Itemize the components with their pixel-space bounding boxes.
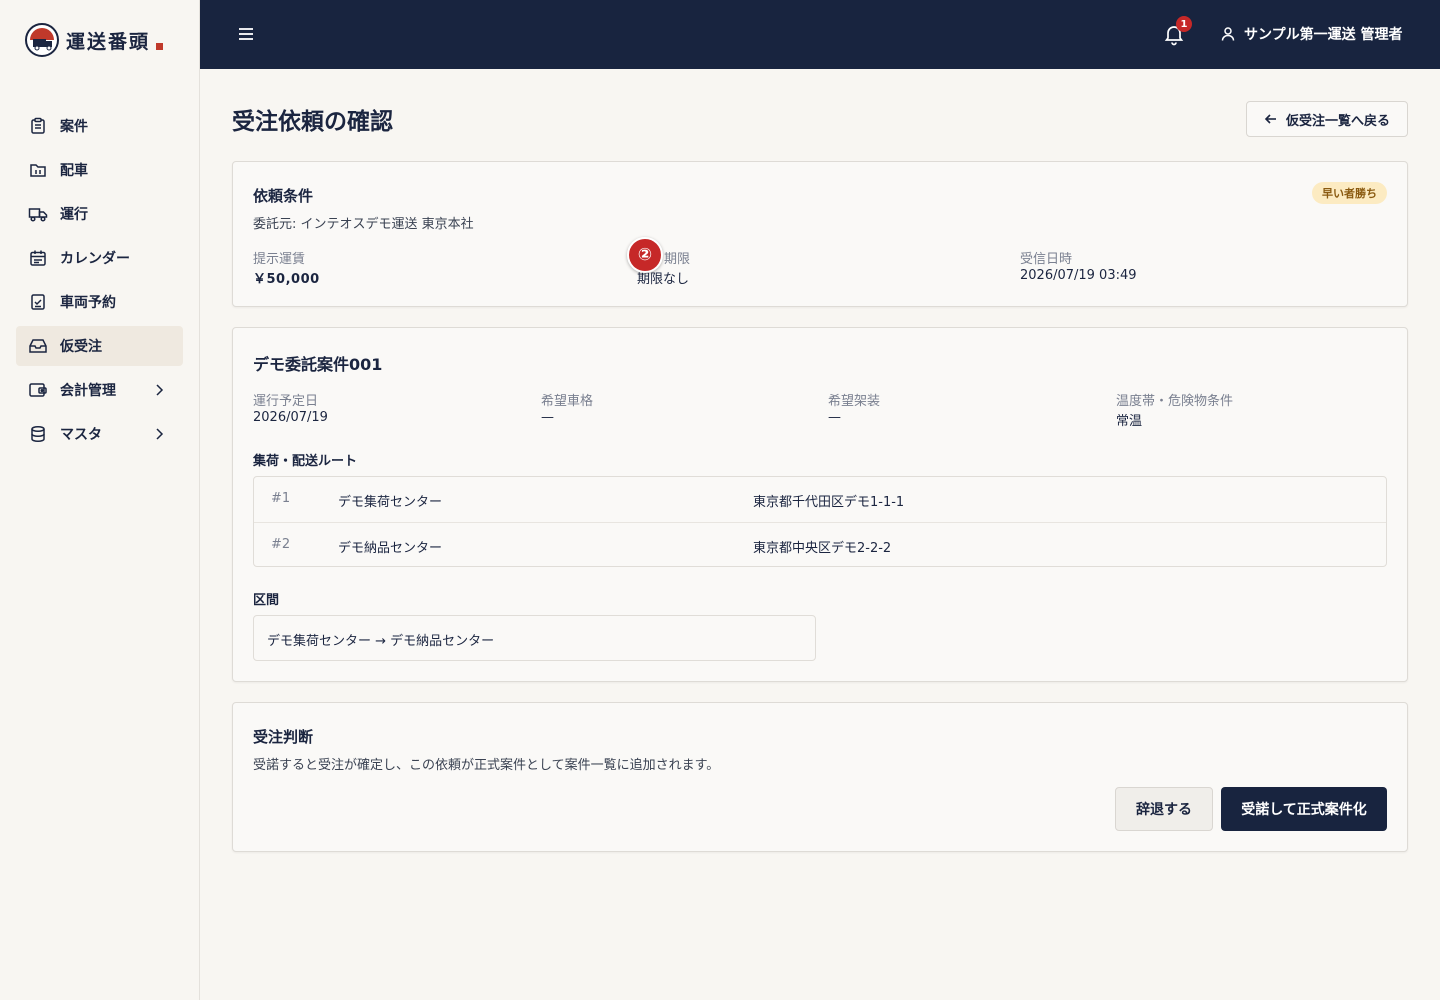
sidebar-item-cases[interactable]: 案件 xyxy=(16,106,183,146)
vehicle-class-value: — xyxy=(541,410,554,425)
request-conditions-title: 依頼条件 xyxy=(253,187,314,205)
body-type-label: 希望架装 xyxy=(828,394,881,409)
sidebar-item-vehicle-booking[interactable]: 車両予約 xyxy=(16,282,183,322)
sidebar-item-dispatch[interactable]: 配車 xyxy=(16,150,183,190)
case-detail-card: デモ委託案件001 運行予定日 2026/07/19 希望車格 — 希望架装 —… xyxy=(232,327,1408,682)
sidebar-item-operation[interactable]: 運行 xyxy=(16,194,183,234)
decision-description: 受諾すると受注が確定し、この依頼が正式案件として案件一覧に追加されます。 xyxy=(253,758,720,773)
sidebar-item-label: 配車 xyxy=(60,163,88,179)
segment-section-title: 区間 xyxy=(253,593,280,608)
segment-value: デモ集荷センター → デモ納品センター xyxy=(267,634,495,649)
hamburger-menu-icon[interactable] xyxy=(236,24,256,44)
route-number: #2 xyxy=(271,537,291,552)
vehicle-class-label: 希望車格 xyxy=(541,394,594,409)
page-title: 受注依頼の確認 xyxy=(232,109,393,135)
database-icon xyxy=(28,424,48,444)
route-address: 東京都千代田区デモ1-1-1 xyxy=(753,495,905,510)
chevron-right-icon xyxy=(156,428,164,440)
sidebar: 運送番頭 案件 配車 運行 カレンダー 車両予約 仮受注 会計管理 マスタ xyxy=(0,0,200,1000)
route-address: 東京都中央区デモ2-2-2 xyxy=(753,541,892,556)
clipboard-icon xyxy=(28,116,48,136)
step-marker: ② xyxy=(627,237,663,273)
sidebar-item-accounting[interactable]: 会計管理 xyxy=(16,370,183,410)
order-decision-card: 受注判断 受諾すると受注が確定し、この依頼が正式案件として案件一覧に追加されます… xyxy=(232,702,1408,852)
user-menu[interactable]: サンプル第一運送 管理者 xyxy=(1220,23,1402,45)
back-button-label: 仮受注一覧へ戻る xyxy=(1285,113,1390,129)
top-header: 1 サンプル第一運送 管理者 xyxy=(200,0,1440,69)
inbox-icon xyxy=(28,336,48,356)
user-icon xyxy=(1221,27,1235,41)
body-type-value: — xyxy=(828,410,841,425)
request-conditions-card: 依頼条件 委託元: インテオスデモ運送 東京本社 早い者勝ち 提示運賃 ￥50,… xyxy=(232,161,1408,307)
truck-icon xyxy=(28,204,48,224)
sidebar-item-label: カレンダー xyxy=(60,251,130,267)
sidebar-item-label: 仮受注 xyxy=(60,339,102,355)
first-come-badge: 早い者勝ち xyxy=(1312,182,1387,204)
sidebar-item-master[interactable]: マスタ xyxy=(16,414,183,454)
sidebar-item-label: 運行 xyxy=(60,207,88,223)
calendar-icon xyxy=(28,248,48,268)
route-section-title: 集荷・配送ルート xyxy=(253,454,358,469)
sidebar-item-label: 会計管理 xyxy=(60,383,116,399)
date-label: 運行予定日 xyxy=(253,394,319,409)
temperature-label: 温度帯・危険物条件 xyxy=(1116,394,1234,409)
logo-text: 運送番頭 xyxy=(66,30,151,53)
received-label: 受信日時 xyxy=(1020,252,1073,267)
wallet-icon xyxy=(28,380,48,400)
app-logo[interactable]: 運送番頭 xyxy=(24,22,164,58)
sidebar-item-calendar[interactable]: カレンダー xyxy=(16,238,183,278)
fare-label: 提示運賃 xyxy=(253,252,306,267)
case-title: デモ委託案件001 xyxy=(253,355,383,374)
fare-value: ￥50,000 xyxy=(253,272,320,287)
sidebar-nav: 案件 配車 運行 カレンダー 車両予約 仮受注 会計管理 マスタ xyxy=(16,106,183,458)
route-row: #1 デモ集荷センター 東京都千代田区デモ1-1-1 xyxy=(254,477,1386,522)
logo-truck-icon xyxy=(25,23,59,57)
route-location-name: デモ納品センター xyxy=(338,541,443,556)
segment-box: デモ集荷センター → デモ納品センター xyxy=(253,615,816,661)
clipboard-check-icon xyxy=(28,292,48,312)
logo-seal xyxy=(156,42,164,50)
folder-icon xyxy=(28,160,48,180)
temperature-value: 常温 xyxy=(1116,414,1143,429)
route-table: #1 デモ集荷センター 東京都千代田区デモ1-1-1 #2 デモ納品センター 東… xyxy=(253,476,1387,567)
accept-button[interactable]: 受諾して正式案件化 xyxy=(1221,787,1387,831)
user-label: サンプル第一運送 管理者 xyxy=(1244,27,1403,43)
deadline-label: 期限 xyxy=(664,252,691,267)
date-value: 2026/07/19 xyxy=(253,410,328,425)
route-row: #2 デモ納品センター 東京都中央区デモ2-2-2 xyxy=(254,522,1386,567)
route-number: #1 xyxy=(271,491,291,506)
sidebar-item-label: 車両予約 xyxy=(60,295,116,311)
chevron-right-icon xyxy=(156,384,164,396)
received-value: 2026/07/19 03:49 xyxy=(1020,268,1137,283)
arrow-left-icon xyxy=(1264,114,1276,124)
sidebar-item-provisional-orders[interactable]: 仮受注 xyxy=(16,326,183,366)
decision-title: 受注判断 xyxy=(253,728,314,746)
sidebar-item-label: マスタ xyxy=(60,427,102,443)
notification-badge: 1 xyxy=(1176,16,1192,32)
decline-button[interactable]: 辞退する xyxy=(1115,787,1213,831)
route-location-name: デモ集荷センター xyxy=(338,495,443,510)
back-to-list-button[interactable]: 仮受注一覧へ戻る xyxy=(1246,101,1408,137)
sidebar-item-label: 案件 xyxy=(60,119,88,135)
consignor-text: 委託元: インテオスデモ運送 東京本社 xyxy=(253,217,474,232)
